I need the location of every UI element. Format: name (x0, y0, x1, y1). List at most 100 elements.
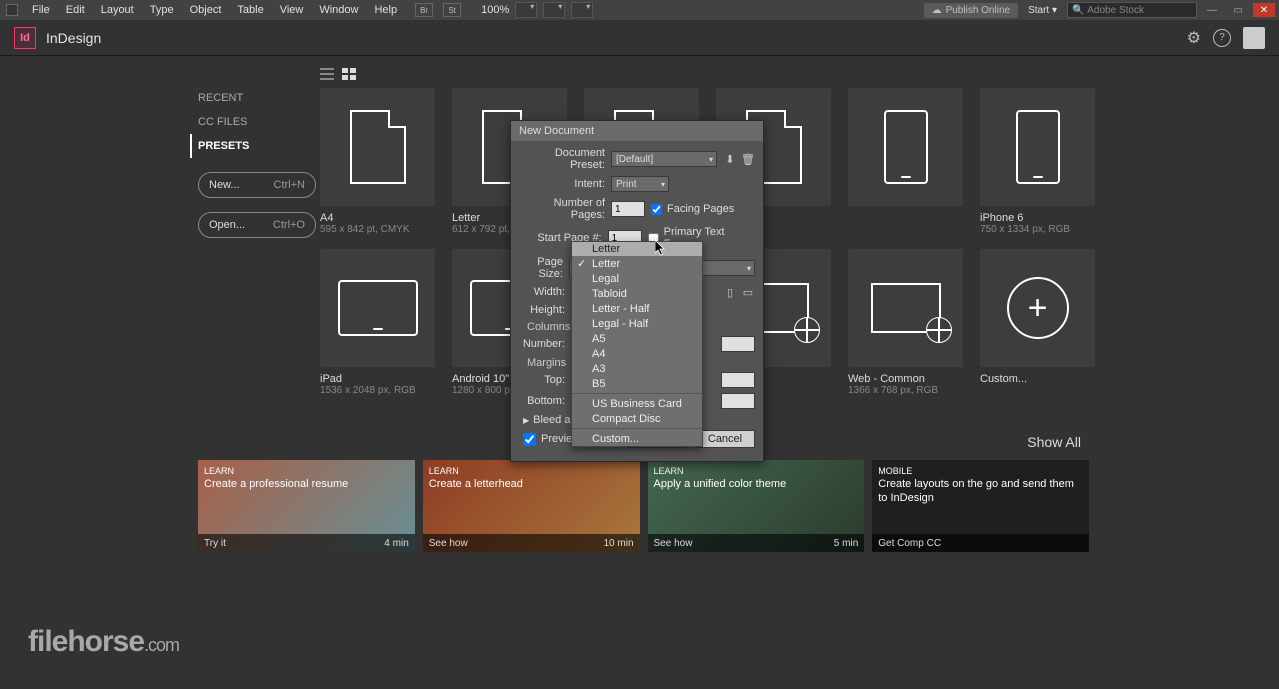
preset-item[interactable] (848, 88, 968, 235)
delete-preset-icon[interactable]: 🗑 (741, 152, 755, 166)
watermark: filehorse.com (28, 625, 179, 659)
margin-input[interactable] (721, 372, 755, 388)
cloud-icon: ☁ (932, 5, 942, 16)
menu-object[interactable]: Object (182, 4, 230, 16)
npages-label: Number of Pages: (519, 197, 611, 221)
gear-icon[interactable]: ⚙ (1187, 28, 1201, 48)
stock-icon[interactable]: St (443, 3, 461, 17)
orientation-portrait-icon[interactable]: ▯ (723, 285, 737, 299)
dropdown-item[interactable]: US Business Card (572, 396, 702, 411)
preset-name: iPhone 6 (980, 212, 1100, 224)
workspace-switcher[interactable]: Start ▾ (1022, 3, 1063, 18)
tutorial-card[interactable]: LEARN Apply a unified color theme See ho… (648, 460, 865, 552)
intent-select[interactable]: Print (611, 176, 669, 192)
facing-pages-checkbox[interactable]: Facing Pages (651, 203, 734, 215)
dropdown-item[interactable]: Letter - Half (572, 301, 702, 316)
dropdown-item[interactable]: Tabloid (572, 286, 702, 301)
show-all-link[interactable]: Show All (1027, 434, 1081, 450)
width-label: Width: (519, 286, 571, 298)
publish-online-button[interactable]: ☁Publish Online (924, 3, 1018, 18)
stock-search-input[interactable]: 🔍 Adobe Stock (1067, 2, 1197, 18)
sidebar-tab-ccfiles[interactable]: CC FILES (198, 110, 316, 134)
sidebar-tab-recent[interactable]: RECENT (198, 86, 316, 110)
list-view-icon[interactable] (320, 68, 334, 80)
arrange-dropdown[interactable] (571, 2, 593, 18)
preset-name: A4 (320, 212, 440, 224)
shortcut-label: Ctrl+O (273, 219, 305, 231)
bridge-icon[interactable]: Br (415, 3, 433, 17)
preset-item[interactable]: A4 595 x 842 pt, CMYK (320, 88, 440, 235)
tutorial-action: Try it (204, 538, 226, 549)
margin-input[interactable] (721, 393, 755, 409)
preset-meta: 750 x 1334 px, RGB (980, 224, 1100, 235)
menu-view[interactable]: View (272, 4, 312, 16)
dropdown-item[interactable]: Legal (572, 271, 702, 286)
menu-help[interactable]: Help (366, 4, 405, 16)
dropdown-item[interactable]: A4 (572, 346, 702, 361)
orientation-landscape-icon[interactable]: ▭ (741, 285, 755, 299)
new-button[interactable]: New...Ctrl+N (198, 172, 316, 198)
margin-top-label: Top: (519, 374, 571, 386)
menu-window[interactable]: Window (311, 4, 366, 16)
tutorial-card[interactable]: LEARN Create a professional resume Try i… (198, 460, 415, 552)
maximize-button[interactable]: ▭ (1227, 3, 1249, 17)
npages-input[interactable] (611, 201, 645, 217)
tutorial-action: See how (429, 538, 468, 549)
tutorial-action: Get Comp CC (878, 538, 941, 549)
preset-label: Document Preset: (519, 147, 611, 171)
preset-item[interactable]: + Custom... (980, 249, 1100, 396)
dropdown-item[interactable]: Compact Disc (572, 411, 702, 426)
menu-edit[interactable]: Edit (58, 4, 93, 16)
dropdown-item[interactable]: B5 (572, 376, 702, 391)
user-avatar[interactable] (1243, 27, 1265, 49)
dialog-title: New Document (511, 121, 763, 141)
dropdown-item[interactable]: A3 (572, 361, 702, 376)
tutorial-card[interactable]: MOBILE Create layouts on the go and send… (872, 460, 1089, 552)
cancel-button[interactable]: Cancel (695, 430, 755, 448)
save-preset-icon[interactable]: ⬇ (723, 152, 737, 166)
preset-thumb (320, 249, 435, 367)
close-button[interactable]: ✕ (1253, 3, 1275, 17)
preset-thumb (980, 88, 1095, 206)
dropdown-item[interactable]: A5 (572, 331, 702, 346)
tutorial-title: Create a professional resume (204, 478, 409, 492)
tutorials-row: LEARN Create a professional resume Try i… (198, 460, 1089, 552)
gutter-input[interactable] (721, 336, 755, 352)
dropdown-item[interactable]: Custom... (572, 431, 702, 446)
preset-thumb: + (980, 249, 1095, 367)
menu-file[interactable]: File (24, 4, 58, 16)
zoom-level[interactable]: 100% (481, 4, 509, 16)
preset-item[interactable]: iPhone 6 750 x 1334 px, RGB (980, 88, 1100, 235)
menu-table[interactable]: Table (229, 4, 271, 16)
preset-item[interactable]: Web - Common 1366 x 768 px, RGB (848, 249, 968, 396)
tutorial-action: See how (654, 538, 693, 549)
tutorial-title: Create layouts on the go and send them t… (878, 478, 1083, 506)
document-preset-select[interactable]: [Default] (611, 151, 717, 167)
preset-meta: 1366 x 768 px, RGB (848, 385, 968, 396)
preset-meta: 1536 x 2048 px, RGB (320, 385, 440, 396)
grid-view-icon[interactable] (342, 68, 356, 80)
menu-layout[interactable]: Layout (93, 4, 142, 16)
dropdown-item[interactable]: Letter (572, 256, 702, 271)
shortcut-label: Ctrl+N (274, 179, 305, 191)
tutorial-category: LEARN (429, 466, 459, 476)
dropdown-item[interactable]: Legal - Half (572, 316, 702, 331)
menu-bar: File Edit Layout Type Object Table View … (0, 0, 1279, 20)
margin-bottom-label: Bottom: (519, 395, 571, 407)
search-icon: 🔍 (1072, 5, 1084, 16)
dropdown-selected[interactable]: Letter (572, 242, 702, 256)
minimize-button[interactable]: — (1201, 3, 1223, 17)
app-icon (6, 4, 18, 16)
height-label: Height: (519, 304, 571, 316)
sidebar-tab-presets[interactable]: PRESETS (190, 134, 316, 158)
view-options-dropdown[interactable] (515, 2, 537, 18)
preset-item[interactable]: iPad 1536 x 2048 px, RGB (320, 249, 440, 396)
screen-mode-dropdown[interactable] (543, 2, 565, 18)
tutorial-category: LEARN (204, 466, 234, 476)
tutorial-duration: 5 min (834, 538, 858, 549)
help-icon[interactable]: ? (1213, 29, 1231, 47)
open-button[interactable]: Open...Ctrl+O (198, 212, 316, 238)
menu-type[interactable]: Type (142, 4, 182, 16)
preset-thumb (848, 88, 963, 206)
tutorial-card[interactable]: LEARN Create a letterhead See how10 min (423, 460, 640, 552)
